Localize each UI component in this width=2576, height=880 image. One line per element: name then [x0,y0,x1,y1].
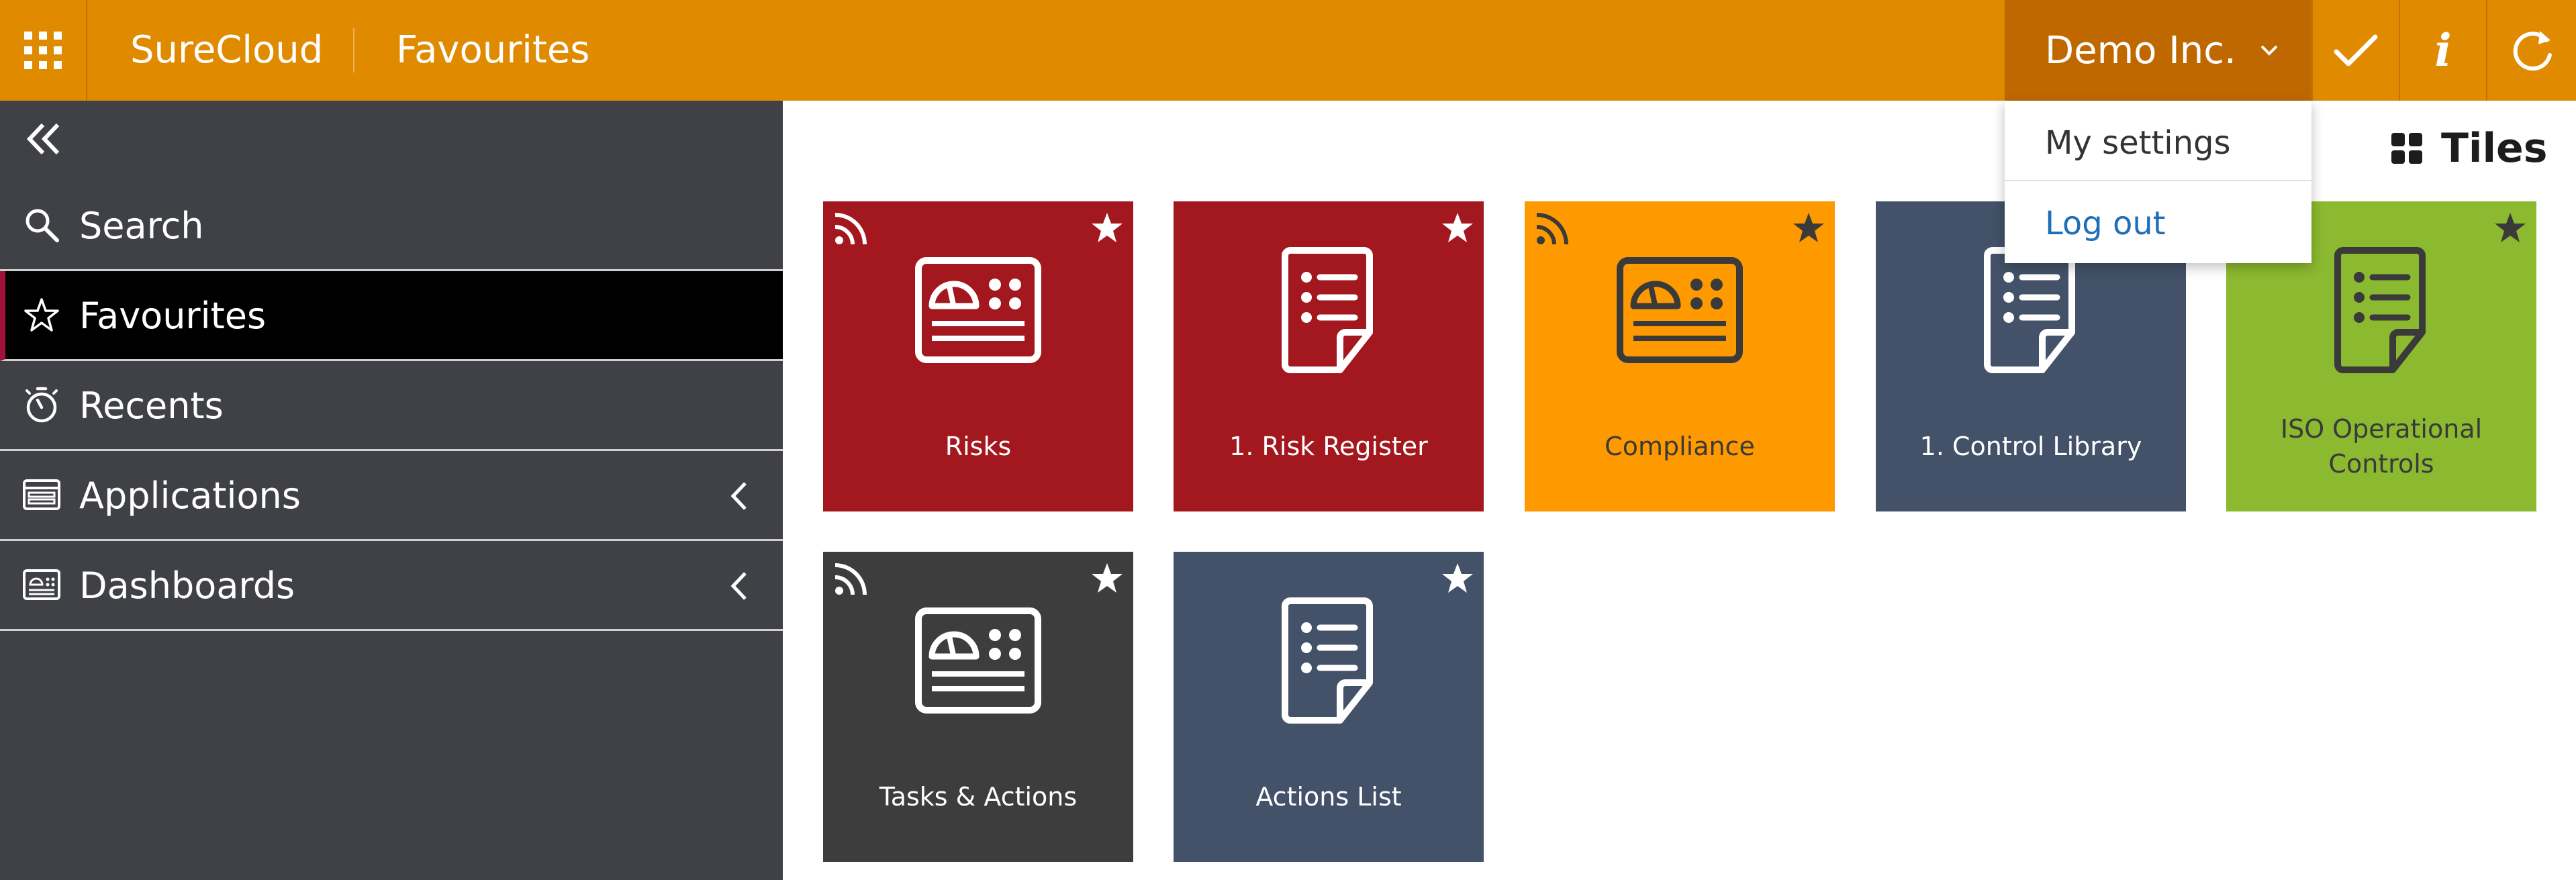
sidebar-item-favourites[interactable]: Favourites [0,271,783,361]
refresh-button[interactable] [2486,0,2576,101]
sidebar-item-search[interactable]: Search [0,181,783,271]
top-bar: SureCloud Favourites Demo Inc. i [0,0,2576,101]
sidebar-item-label: Applications [79,475,301,517]
tile-label: 1. Risk Register [1229,432,1428,461]
document-list-icon [1964,243,2098,377]
applications-icon [20,473,63,516]
favourite-star-icon[interactable] [1792,211,1825,244]
favourite-tile[interactable]: 1. Risk Register [1174,201,1484,511]
search-icon [20,203,63,246]
tile-label: 1. Control Library [1919,432,2142,461]
document-list-icon [2314,243,2448,377]
my-settings-menu-item[interactable]: My settings [2005,101,2311,181]
user-dropdown-menu: My settings Log out [2005,101,2311,263]
title-divider [353,28,354,72]
chevron-down-icon [2259,44,2279,57]
dashboard-icon [20,563,63,606]
tile-label: Tasks & Actions [879,782,1078,812]
refresh-icon [2513,31,2552,71]
star-outline-icon [20,293,63,336]
chevron-left-icon[interactable] [722,569,756,603]
rss-feed-icon[interactable] [832,211,869,247]
favourite-tile[interactable]: Actions List [1174,552,1484,862]
tiles-view-label: Tiles [2441,125,2548,172]
sidebar-item-label: Recents [79,385,224,427]
grid-icon [24,32,62,69]
chevron-left-icon[interactable] [722,479,756,513]
page-title: Favourites [396,28,590,72]
dashboard-icon [911,243,1045,377]
dashboard-icon [1613,243,1747,377]
sidebar-item-applications[interactable]: Applications [0,451,783,541]
rss-feed-icon[interactable] [1534,211,1570,247]
sidebar-item-dashboards[interactable]: Dashboards [0,541,783,631]
approve-button[interactable] [2311,0,2399,101]
org-selector[interactable]: Demo Inc. [2005,0,2311,101]
sidebar-item-label: Dashboards [79,565,295,607]
collapse-sidebar-button[interactable] [20,115,67,162]
sidebar-item-recents[interactable]: Recents [0,361,783,451]
info-icon: i [2434,24,2452,77]
org-name: Demo Inc. [2045,28,2236,72]
tile-label: Risks [945,432,1012,461]
tiles-view-toggle[interactable]: Tiles [2390,125,2547,172]
document-list-icon [1261,243,1396,377]
app-launcher-button[interactable] [0,0,87,101]
favourite-star-icon[interactable] [2493,211,2527,244]
tiles-icon [2391,133,2422,164]
favourite-star-icon[interactable] [1090,561,1124,595]
document-list-icon [1261,593,1396,728]
app-name[interactable]: SureCloud [130,0,323,101]
dashboard-icon [911,593,1045,728]
favourite-tile[interactable]: Risks [823,201,1133,511]
sidebar-nav: Search Favourites Recents Applications D… [0,181,783,631]
double-chevron-left-icon [26,123,60,155]
favourite-tile[interactable]: Tasks & Actions [823,552,1133,862]
favourite-star-icon[interactable] [1441,561,1474,595]
log-out-menu-item[interactable]: Log out [2005,181,2311,262]
favourite-star-icon[interactable] [1441,211,1474,244]
info-button[interactable]: i [2399,0,2486,101]
sidebar-item-label: Search [79,205,204,247]
favourite-star-icon[interactable] [1090,211,1124,244]
tile-label: Compliance [1605,432,1755,461]
rss-feed-icon[interactable] [832,561,869,597]
sidebar: Search Favourites Recents Applications D… [0,101,783,880]
tile-label: ISO Operational Controls [2280,414,2483,479]
sidebar-item-label: Favourites [79,295,267,337]
favourite-tile[interactable]: Compliance [1525,201,1835,511]
tile-label: Actions List [1255,782,1402,812]
check-icon [2334,34,2378,66]
stopwatch-icon [20,383,63,426]
